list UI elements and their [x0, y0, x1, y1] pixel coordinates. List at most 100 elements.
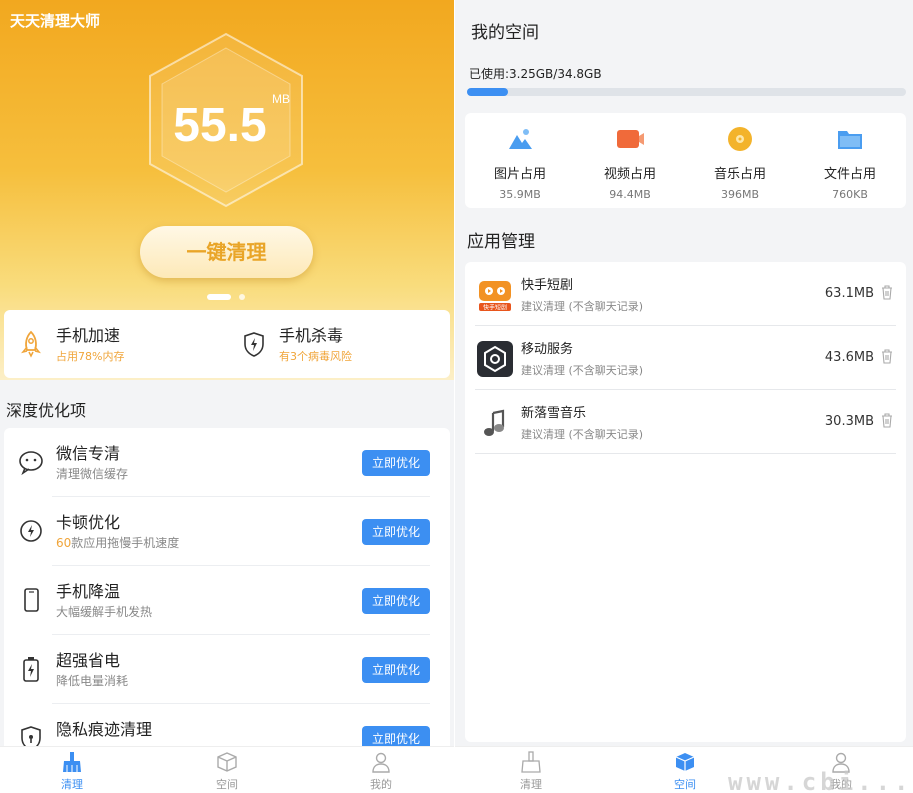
storage-value: 94.4MB — [609, 188, 651, 201]
carousel-dot-active[interactable] — [207, 294, 231, 300]
storage-label: 文件占用 — [823, 167, 876, 182]
list-item-power-saving[interactable]: 超强省电 降低电量消耗 立即优化 — [4, 635, 450, 704]
app-name: 快手短剧 — [521, 278, 574, 293]
list-item-subtitle: 降低电量消耗 — [56, 674, 129, 688]
storage-value: 35.9MB — [499, 188, 541, 201]
list-item-lag-optimize[interactable]: 卡顿优化 60款应用拖慢手机速度 立即优化 — [4, 497, 450, 566]
list-item-subtitle: 大幅缓解手机发热 — [56, 605, 153, 619]
optimize-now-button[interactable]: 立即优化 — [362, 519, 430, 545]
list-item-subtitle: 60款应用拖慢手机速度 — [56, 534, 179, 551]
app-title: 天天清理大师 — [10, 12, 101, 30]
box-icon — [674, 751, 696, 773]
bottom-tab-bar: 清理 空间 我的 — [0, 746, 454, 793]
user-icon — [370, 751, 392, 773]
storage-progress-bar — [467, 88, 906, 96]
my-space-panel: 我的空间 已使用:3.25GB/34.8GB 图片占用 35.9MB 视频占用 … — [455, 0, 913, 793]
tab-label: 空间 — [216, 778, 238, 791]
storage-label: 视频占用 — [603, 167, 656, 182]
box-icon — [216, 751, 238, 773]
list-item-subtitle: 清理微信缓存 — [56, 467, 129, 481]
tab-mine[interactable]: 我的 — [351, 751, 411, 792]
list-item-title: 超强省电 — [56, 651, 121, 670]
list-item-phone-cooling[interactable]: 手机降温 大幅缓解手机发热 立即优化 — [4, 566, 450, 635]
app-name: 移动服务 — [521, 342, 574, 357]
list-item-mobile-service[interactable]: 移动服务 建议清理 (不含聊天记录) 43.6MB — [475, 326, 896, 390]
watermark: www.cbi... — [728, 768, 913, 793]
storage-images[interactable]: 图片占用 35.9MB — [465, 113, 575, 208]
antivirus-item[interactable]: 手机杀毒 有3个病毒风险 — [227, 310, 450, 378]
phone-boost-title: 手机加速 — [56, 326, 121, 345]
app-name: 新落雪音乐 — [521, 406, 587, 421]
optimize-now-button[interactable]: 立即优化 — [362, 657, 430, 683]
storage-used-text: 已使用:3.25GB/34.8GB — [469, 67, 602, 81]
optimize-now-button[interactable]: 立即优化 — [362, 588, 430, 614]
tab-clean[interactable]: 清理 — [501, 751, 561, 792]
storage-label: 图片占用 — [493, 167, 546, 182]
storage-value: 396MB — [720, 188, 760, 201]
phone-boost-subtitle: 占用78%内存 — [56, 350, 125, 363]
antivirus-subtitle: 有3个病毒风险 — [279, 350, 352, 363]
music-note-icon — [477, 405, 513, 441]
tab-label: 清理 — [61, 778, 83, 791]
image-icon — [505, 125, 535, 153]
optimize-now-button[interactable]: 立即优化 — [362, 450, 430, 476]
trash-icon[interactable] — [880, 348, 894, 364]
rocket-icon — [18, 330, 44, 358]
list-item-kuaishou[interactable]: 快手短剧 快手短剧 建议清理 (不含聊天记录) 63.1MB — [475, 262, 896, 326]
broom-icon — [520, 751, 542, 773]
page-title: 我的空间 — [471, 23, 539, 43]
list-item-title: 隐私痕迹清理 — [56, 720, 153, 739]
kuaishou-badge-text: 快手短剧 — [483, 304, 507, 312]
app-hint: 建议清理 (不含聊天记录) — [521, 364, 644, 377]
list-item-wechat-clean[interactable]: 微信专清 清理微信缓存 立即优化 — [4, 428, 450, 497]
battery-icon — [18, 655, 44, 683]
antivirus-title: 手机杀毒 — [279, 326, 344, 345]
trash-icon[interactable] — [880, 412, 894, 428]
screen: 天天清理大师 55.5 MB 一键清理 手机加速 占用78%内存 手机杀毒 有3… — [0, 0, 913, 793]
list-item-title: 微信专清 — [56, 444, 121, 463]
junk-size-unit: MB — [272, 92, 290, 106]
storage-value: 760KB — [832, 188, 868, 201]
storage-videos[interactable]: 视频占用 94.4MB — [575, 113, 685, 208]
quick-actions-card: 手机加速 占用78%内存 手机杀毒 有3个病毒风险 — [4, 310, 450, 378]
speed-icon — [18, 517, 44, 545]
lag-app-count: 60 — [56, 536, 72, 550]
divider — [475, 453, 896, 454]
carousel-dot[interactable] — [239, 294, 245, 300]
optimization-list: 微信专清 清理微信缓存 立即优化 卡顿优化 60款应用拖慢手机速度 立即优化 手… — [4, 428, 450, 758]
trash-icon[interactable] — [880, 284, 894, 300]
app-size: 43.6MB — [824, 350, 874, 365]
app-hint: 建议清理 (不含聊天记录) — [521, 300, 644, 313]
broom-icon — [61, 751, 83, 773]
tab-label: 空间 — [674, 778, 696, 791]
folder-icon — [835, 125, 865, 153]
wechat-icon — [18, 448, 44, 476]
storage-breakdown-card: 图片占用 35.9MB 视频占用 94.4MB 音乐占用 396MB 文件占用 … — [465, 113, 906, 208]
tab-space[interactable]: 空间 — [655, 751, 715, 792]
tab-label: 清理 — [520, 778, 542, 791]
tab-clean[interactable]: 清理 — [42, 751, 102, 792]
app-management-title: 应用管理 — [467, 232, 535, 252]
app-size: 63.1MB — [824, 286, 874, 301]
mobile-service-icon — [477, 341, 513, 377]
lag-subtitle-text: 款应用拖慢手机速度 — [71, 536, 180, 550]
list-item-snow-music[interactable]: 新落雪音乐 建议清理 (不含聊天记录) 30.3MB — [475, 390, 896, 454]
deep-optimization-title: 深度优化项 — [6, 401, 87, 420]
storage-music[interactable]: 音乐占用 396MB — [685, 113, 795, 208]
music-disc-icon — [725, 125, 755, 153]
cleaner-home-panel: 天天清理大师 55.5 MB 一键清理 手机加速 占用78%内存 手机杀毒 有3… — [0, 0, 454, 793]
app-hint: 建议清理 (不含聊天记录) — [521, 428, 644, 441]
list-item-title: 卡顿优化 — [56, 513, 121, 532]
phone-boost-item[interactable]: 手机加速 占用78%内存 — [4, 310, 227, 378]
app-size: 30.3MB — [824, 414, 874, 429]
junk-size-value: 55.5 — [173, 99, 267, 152]
phone-icon — [18, 586, 44, 614]
tab-space[interactable]: 空间 — [197, 751, 257, 792]
storage-files[interactable]: 文件占用 760KB — [795, 113, 905, 208]
one-click-clean-button[interactable]: 一键清理 — [140, 226, 313, 278]
app-management-list: 快手短剧 快手短剧 建议清理 (不含聊天记录) 63.1MB 移动服务 建议清理… — [465, 262, 906, 742]
list-item-title: 手机降温 — [56, 582, 121, 601]
storage-label: 音乐占用 — [713, 167, 766, 182]
tab-label: 我的 — [370, 778, 392, 791]
kuaishou-icon: 快手短剧 — [477, 277, 513, 313]
